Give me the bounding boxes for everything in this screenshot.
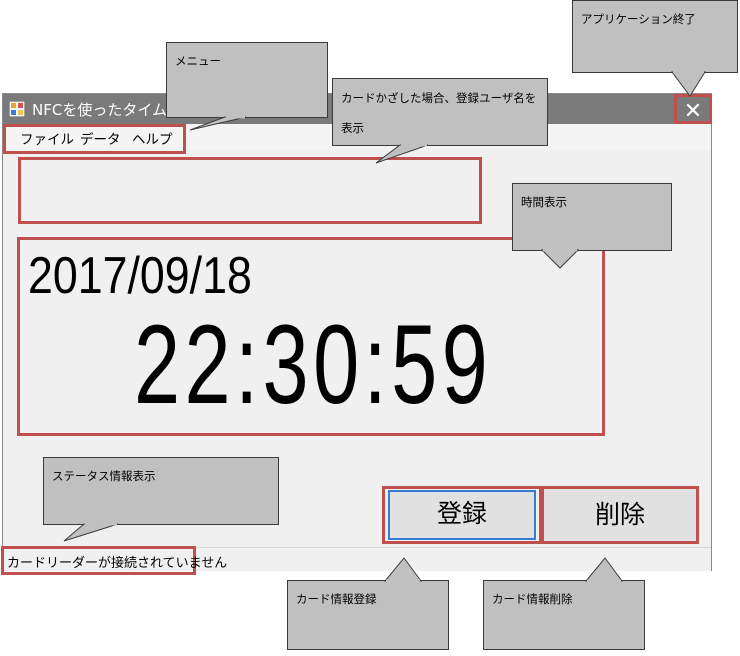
callout-delete-tail <box>584 557 623 582</box>
